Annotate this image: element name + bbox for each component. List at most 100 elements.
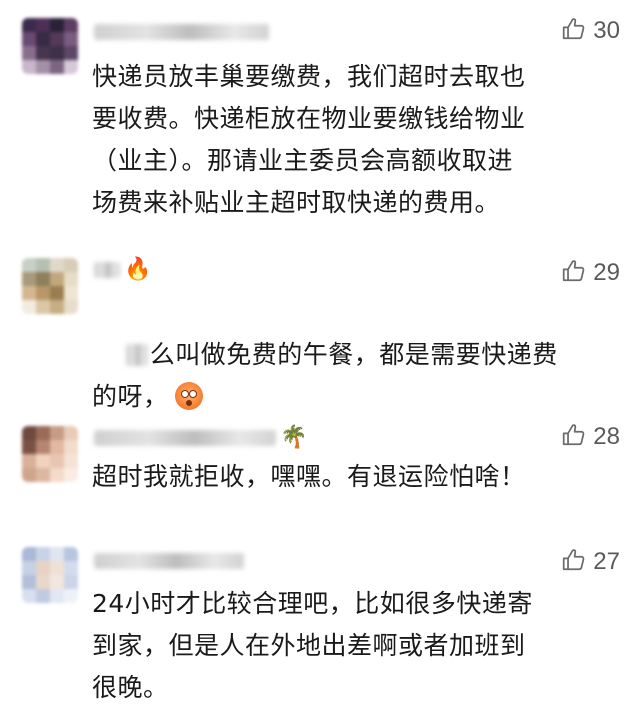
comment-text: 24小时才比较合理吧，比如很多快递寄 到家，但是人在外地出差啊或者加班到 很晚。 [92, 589, 533, 702]
avatar-pixel [50, 575, 64, 589]
fire-emoji-icon: 🔥 [124, 257, 152, 282]
avatar-pixel [36, 440, 50, 454]
avatar-pixel [22, 46, 36, 60]
avatar-pixel [64, 46, 78, 60]
avatar-pixel [22, 18, 36, 32]
comment-item: 30 快递员放丰巢要缴费，我们超时去取也 要收费。快递柜放在物业要缴钱给物业 （… [0, 14, 640, 217]
avatar-pixel [36, 286, 50, 300]
avatar[interactable] [22, 426, 78, 482]
avatar-pixel [64, 589, 78, 603]
avatar-pixel [36, 468, 50, 482]
avatar-pixel [50, 286, 64, 300]
avatar-pixel [36, 32, 50, 46]
avatar-pixel [22, 575, 36, 589]
username-blurred [94, 24, 269, 40]
avatar-pixel [22, 454, 36, 468]
avatar-pixel [36, 272, 50, 286]
avatar-pixel [36, 258, 50, 272]
avatar[interactable] [22, 258, 78, 314]
avatar-pixel [50, 18, 64, 32]
avatar-pixel [22, 589, 36, 603]
avatar-pixel [50, 454, 64, 468]
comment-text-body: 么叫做免费的午餐，都是需要快递费 的呀， [92, 340, 558, 411]
username[interactable]: 🌴 [94, 420, 307, 456]
comment-text: 超时我就拒收，嘿嘿。有退运险怕啥！ [92, 462, 526, 491]
avatar-pixel [22, 286, 36, 300]
username[interactable]: 🔥 [94, 252, 151, 288]
thumbs-up-icon [561, 258, 587, 288]
like-count: 29 [593, 259, 620, 286]
like-count: 27 [593, 548, 620, 575]
like-button[interactable]: 29 [561, 258, 620, 288]
avatar-pixel [64, 575, 78, 589]
comment-item: 🔥 29 么叫做免费的午餐，都是需要快递费 的呀， [0, 256, 640, 411]
username[interactable] [94, 14, 269, 50]
avatar-pixel [36, 561, 50, 575]
avatar-pixel [36, 46, 50, 60]
username[interactable] [94, 543, 244, 579]
palm-tree-emoji-icon: 🌴 [280, 425, 308, 450]
avatar-pixel [22, 440, 36, 454]
avatar-pixel [22, 60, 36, 74]
avatar-pixel [64, 286, 78, 300]
avatar-pixel [22, 468, 36, 482]
avatar-pixel [22, 547, 36, 561]
avatar-pixel [64, 468, 78, 482]
avatar-pixel [64, 32, 78, 46]
avatar-pixel [64, 300, 78, 314]
avatar-pixel [64, 454, 78, 468]
avatar-pixel [50, 440, 64, 454]
username-blurred [94, 430, 276, 446]
avatar-pixel [36, 454, 50, 468]
avatar-pixel [50, 272, 64, 286]
avatar-pixel [36, 547, 50, 561]
avatar-pixel [36, 589, 50, 603]
avatar-pixel [36, 300, 50, 314]
avatar-pixel [36, 60, 50, 74]
like-button[interactable]: 28 [561, 422, 620, 452]
avatar-pixel [50, 547, 64, 561]
avatar-pixel [36, 18, 50, 32]
avatar-pixel [50, 46, 64, 60]
avatar-pixel [50, 258, 64, 272]
avatar-pixel [50, 300, 64, 314]
avatar-pixel [50, 561, 64, 575]
like-button[interactable]: 30 [561, 16, 620, 46]
like-button[interactable]: 27 [561, 547, 620, 577]
like-count: 28 [593, 423, 620, 450]
avatar-pixel [22, 300, 36, 314]
thumbs-up-icon [561, 16, 587, 46]
flushed-face-emoji-icon [174, 382, 203, 410]
avatar-pixel [64, 426, 78, 440]
avatar-pixel [22, 426, 36, 440]
avatar-pixel [22, 272, 36, 286]
comment-item: 🌴 28 超时我就拒收，嘿嘿。有退运险怕啥！ [0, 420, 640, 510]
comment-text: 快递员放丰巢要缴费，我们超时去取也 要收费。快递柜放在物业要缴钱给物业 （业主）… [92, 62, 526, 217]
avatar-pixel [22, 32, 36, 46]
avatar[interactable] [22, 18, 78, 74]
avatar-pixel [50, 426, 64, 440]
avatar-pixel [64, 258, 78, 272]
avatar-pixel [50, 60, 64, 74]
comment-item: 27 24小时才比较合理吧，比如很多快递寄 到家，但是人在外地出差啊或者加班到 … [0, 545, 640, 720]
avatar[interactable] [22, 547, 78, 603]
avatar-pixel [50, 589, 64, 603]
avatar-pixel [22, 258, 36, 272]
thumbs-up-icon [561, 547, 587, 577]
avatar-pixel [64, 272, 78, 286]
avatar-pixel [64, 547, 78, 561]
avatar-pixel [64, 561, 78, 575]
avatar-pixel [64, 60, 78, 74]
username-mention-blurred [125, 344, 148, 366]
avatar-pixel [22, 561, 36, 575]
thumbs-up-icon [561, 422, 587, 452]
avatar-pixel [50, 32, 64, 46]
avatar-pixel [64, 18, 78, 32]
username-blurred [94, 262, 120, 278]
username-blurred [94, 553, 244, 569]
like-count: 30 [593, 17, 620, 44]
avatar-pixel [64, 440, 78, 454]
avatar-pixel [36, 426, 50, 440]
avatar-pixel [50, 468, 64, 482]
avatar-pixel [36, 575, 50, 589]
